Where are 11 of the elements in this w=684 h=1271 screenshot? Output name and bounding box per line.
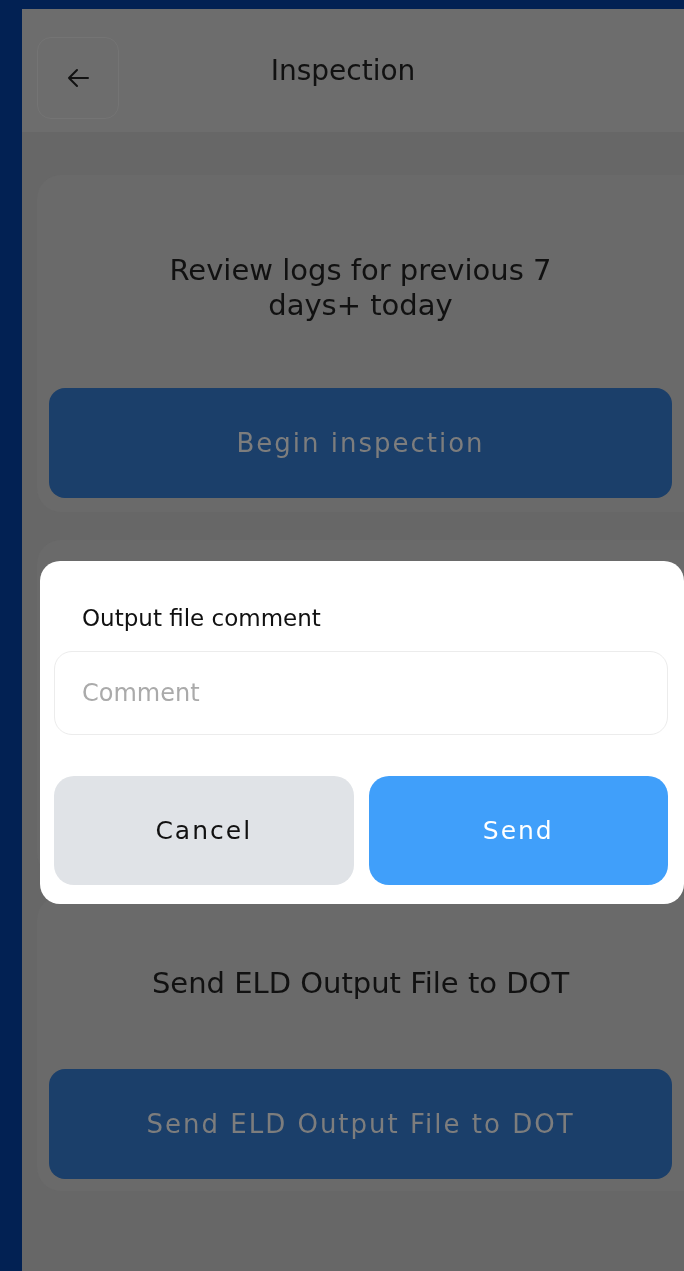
back-button[interactable] <box>37 37 119 119</box>
dialog-button[interactable]: Cancel <box>54 776 354 885</box>
back-arrow-icon <box>66 68 90 88</box>
dialog-title: Output file comment <box>81 604 322 633</box>
dialog-button[interactable]: Send <box>368 776 668 885</box>
action-button[interactable]: Send ELD Output File to DOT <box>49 1069 672 1179</box>
card-heading: Review logs for previous 7 days+ today <box>168 253 553 324</box>
screen-title: Inspection <box>270 54 416 87</box>
comment-field[interactable]: Comment <box>54 651 668 735</box>
card-heading: Send ELD Output File to DOT <box>150 966 571 1002</box>
action-button[interactable]: Begin inspection <box>49 388 672 498</box>
